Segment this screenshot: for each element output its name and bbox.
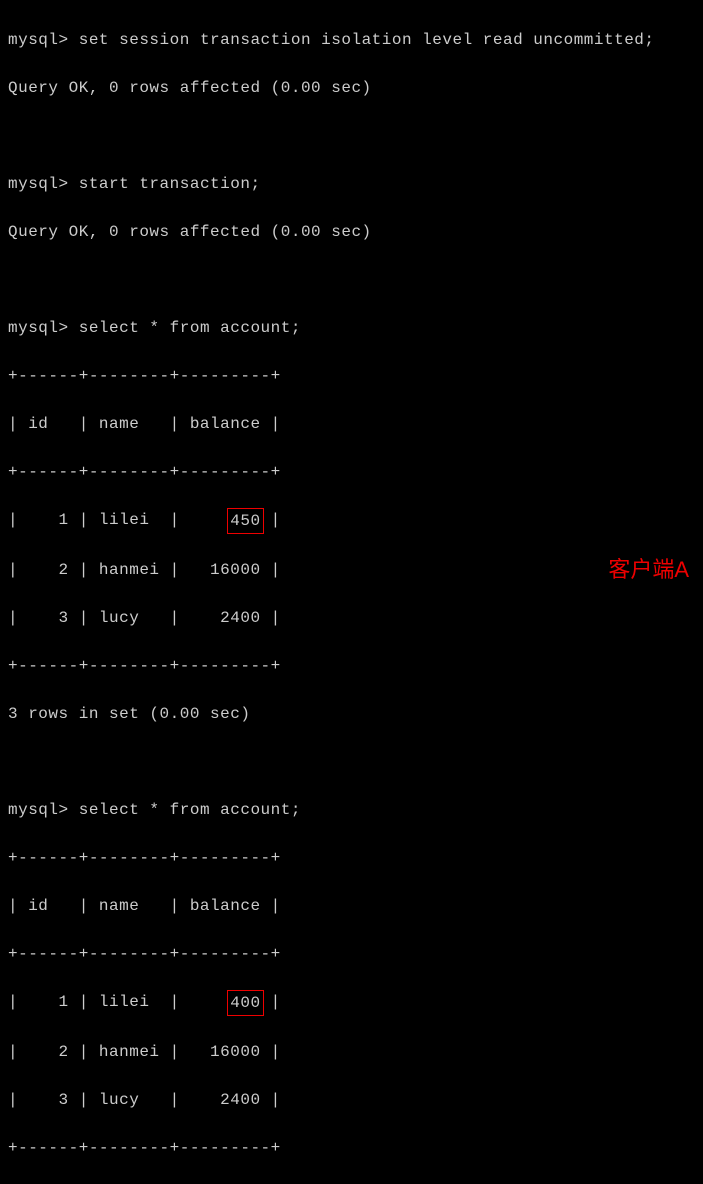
terminal-output: mysql> set session transaction isolation… (8, 4, 695, 1184)
table-row: | 2 | hanmei | 16000 | (8, 558, 695, 582)
cmd-line-2[interactable]: mysql> start transaction; (8, 172, 695, 196)
cmd-select-2: select * from account; (79, 801, 301, 819)
cmd-line-4[interactable]: mysql> select * from account; (8, 798, 695, 822)
cmd-start-tx: start transaction; (79, 175, 261, 193)
response-query-ok-2: Query OK, 0 rows affected (0.00 sec) (8, 220, 695, 244)
table-row: | 2 | hanmei | 16000 | (8, 1040, 695, 1064)
client-label: 客户端A (608, 553, 689, 586)
table-row: | 1 | lilei | 400 | (8, 990, 695, 1016)
cmd-line-1[interactable]: mysql> set session transaction isolation… (8, 28, 695, 52)
table-border: +------+--------+---------+ (8, 460, 695, 484)
table-header: | id | name | balance | (8, 894, 695, 918)
highlighted-balance-2: 400 (227, 990, 263, 1016)
table-header: | id | name | balance | (8, 412, 695, 436)
table-row: | 1 | lilei | 450 | (8, 508, 695, 534)
prompt: mysql> (8, 319, 69, 337)
cmd-select-1: select * from account; (79, 319, 301, 337)
cmd-set-isolation: set session transaction isolation level … (79, 31, 655, 49)
prompt: mysql> (8, 175, 69, 193)
table-border: +------+--------+---------+ (8, 364, 695, 388)
cmd-line-3[interactable]: mysql> select * from account; (8, 316, 695, 340)
table-border: +------+--------+---------+ (8, 846, 695, 870)
table-row: | 3 | lucy | 2400 | (8, 606, 695, 630)
table-border: +------+--------+---------+ (8, 654, 695, 678)
response-query-ok-1: Query OK, 0 rows affected (0.00 sec) (8, 76, 695, 100)
table-border: +------+--------+---------+ (8, 942, 695, 966)
table-border: +------+--------+---------+ (8, 1136, 695, 1160)
prompt: mysql> (8, 801, 69, 819)
table-row: | 3 | lucy | 2400 | (8, 1088, 695, 1112)
prompt: mysql> (8, 31, 69, 49)
highlighted-balance-1: 450 (227, 508, 263, 534)
response-rows-in-set-1: 3 rows in set (0.00 sec) (8, 702, 695, 726)
